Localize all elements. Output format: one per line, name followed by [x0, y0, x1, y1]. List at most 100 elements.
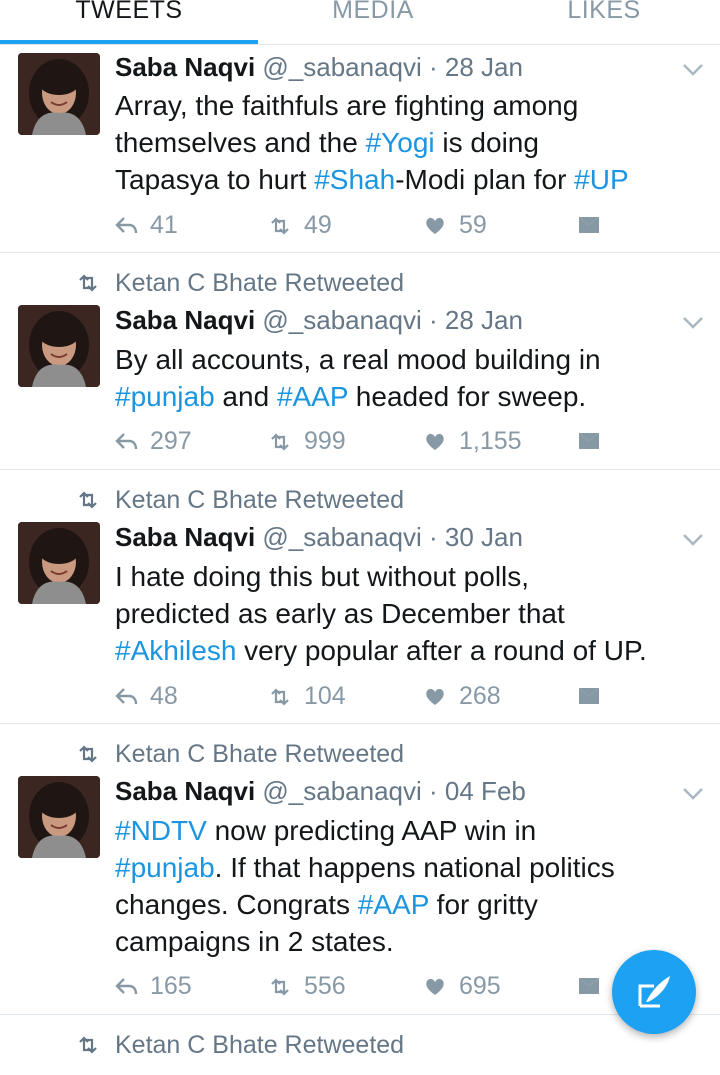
tweet-text-segment: I hate doing this but without polls, [115, 561, 530, 592]
retweet-icon [79, 745, 97, 763]
retweeted-by-label[interactable]: Ketan C Bhate Retweeted [115, 738, 404, 770]
retweet-button[interactable]: 556 [268, 969, 418, 1003]
retweet-icon [271, 433, 289, 451]
tweet-text-segment: predicted as early as December that [115, 598, 565, 629]
tweet-text-segment: campaigns in 2 states. [115, 926, 394, 957]
compose-tweet-button[interactable] [612, 950, 696, 1034]
replies-count: 165 [150, 972, 192, 1000]
likes-count: 268 [459, 682, 501, 710]
like-icon [426, 433, 444, 450]
direct-message-icon[interactable] [578, 687, 600, 705]
avatar[interactable] [18, 522, 100, 604]
tweet-actions: 297 999 1,155 [0, 424, 720, 458]
tweet-header: Saba Naqvi @_sabanaqvi · 28 Jan [115, 50, 523, 84]
retweet-context: Ketan C Bhate Retweeted [0, 484, 700, 516]
tweet-date[interactable]: · 30 Jan [429, 522, 523, 552]
hashtag-link[interactable]: #AAP [358, 889, 429, 920]
like-icon [426, 217, 444, 234]
tweet[interactable]: Saba Naqvi @_sabanaqvi · 28 Jan Array, t… [0, 45, 720, 253]
tweet-date[interactable]: · 04 Feb [429, 776, 526, 806]
tweet-text-segment: By all accounts, a real mood building in [115, 344, 601, 375]
tweet-text: By all accounts, a real mood building in… [115, 341, 715, 415]
author-name[interactable]: Saba Naqvi [115, 522, 255, 552]
retweet-button[interactable]: 49 [268, 208, 418, 242]
retweeted-by-label[interactable]: Ketan C Bhate Retweeted [115, 267, 404, 299]
tweet-text-line: #NDTV now predicting AAP win in [115, 812, 715, 849]
retweet-button[interactable]: 999 [268, 424, 418, 458]
avatar[interactable] [18, 305, 100, 387]
reply-button[interactable]: 297 [114, 424, 264, 458]
retweet-button[interactable]: 104 [268, 679, 418, 713]
tweet[interactable]: Ketan C Bhate Retweeted [0, 1015, 720, 1075]
retweet-icon [271, 978, 289, 996]
profile-tabs: TWEETS MEDIA LIKES [0, 0, 720, 45]
tweet-actions: 41 49 59 [0, 208, 720, 242]
tweet[interactable]: Ketan C Bhate Retweeted Saba Naqvi @_sab… [0, 470, 720, 724]
author-handle[interactable]: @_sabanaqvi [262, 776, 421, 806]
replies-count: 297 [150, 427, 192, 455]
retweets-count: 556 [304, 972, 346, 1000]
author-handle[interactable]: @_sabanaqvi [262, 52, 421, 82]
like-button[interactable]: 695 [423, 969, 573, 1003]
retweet-icon [79, 1036, 97, 1054]
hashtag-link[interactable]: #Yogi [366, 127, 435, 158]
chevron-down-icon[interactable] [682, 533, 704, 547]
author-name[interactable]: Saba Naqvi [115, 52, 255, 82]
tweet-header: Saba Naqvi @_sabanaqvi · 30 Jan [115, 520, 523, 554]
reply-button[interactable]: 41 [114, 208, 264, 242]
tweet-actions: 48 104 268 [0, 679, 720, 713]
tweet-text-line: changes. Congrats #AAP for gritty [115, 886, 715, 923]
avatar[interactable] [18, 53, 100, 135]
tab-tweets[interactable]: TWEETS [0, 0, 258, 28]
tweet-text-segment: headed for sweep. [348, 381, 587, 412]
author-handle[interactable]: @_sabanaqvi [262, 305, 421, 335]
like-button[interactable]: 268 [423, 679, 573, 713]
reply-icon [115, 688, 138, 705]
tweet-text-segment: now predicting AAP win in [206, 815, 537, 846]
tweet-text-segment: is doing [434, 127, 539, 158]
chevron-down-icon[interactable] [682, 787, 704, 801]
chevron-down-icon[interactable] [682, 316, 704, 330]
tweet-text-segment: for gritty [428, 889, 538, 920]
retweet-context: Ketan C Bhate Retweeted [0, 267, 700, 299]
direct-message-icon[interactable] [578, 216, 600, 234]
direct-message-icon[interactable] [578, 432, 600, 450]
tweet-text-line: themselves and the #Yogi is doing [115, 124, 715, 161]
tweet[interactable]: Ketan C Bhate Retweeted Saba Naqvi @_sab… [0, 724, 720, 1015]
tweet-text-segment: -Modi plan for [395, 164, 575, 195]
tweet-text-segment: themselves and the [115, 127, 366, 158]
hashtag-link[interactable]: #NDTV [115, 815, 207, 846]
author-handle[interactable]: @_sabanaqvi [262, 522, 421, 552]
tweet-text: I hate doing this but without polls, pred… [115, 558, 715, 669]
compose-tweet-icon [638, 976, 670, 1008]
reply-button[interactable]: 165 [114, 969, 264, 1003]
reply-icon [115, 217, 138, 234]
hashtag-link[interactable]: #punjab [115, 852, 215, 883]
tweet-date[interactable]: · 28 Jan [429, 305, 523, 335]
hashtag-link[interactable]: #Shah [314, 164, 395, 195]
tab-media[interactable]: MEDIA [258, 0, 488, 28]
hashtag-link[interactable]: #AAP [277, 381, 348, 412]
tab-likes[interactable]: LIKES [488, 0, 720, 28]
author-name[interactable]: Saba Naqvi [115, 776, 255, 806]
hashtag-link[interactable]: #UP [574, 164, 628, 195]
tweet-text-segment: very popular after a round of UP. [236, 635, 647, 666]
tweet-text-line: campaigns in 2 states. [115, 923, 715, 960]
hashtag-link[interactable]: #punjab [115, 381, 215, 412]
likes-count: 695 [459, 972, 501, 1000]
tweet[interactable]: Ketan C Bhate Retweeted Saba Naqvi @_sab… [0, 253, 720, 470]
author-name[interactable]: Saba Naqvi [115, 305, 255, 335]
avatar[interactable] [18, 776, 100, 858]
like-button[interactable]: 1,155 [423, 424, 573, 458]
reply-button[interactable]: 48 [114, 679, 264, 713]
tweet-date[interactable]: · 28 Jan [429, 52, 523, 82]
chevron-down-icon[interactable] [682, 63, 704, 77]
tweet-text-segment: . If that happens national politics [214, 852, 615, 883]
retweeted-by-label[interactable]: Ketan C Bhate Retweeted [115, 484, 404, 516]
direct-message-icon[interactable] [578, 977, 600, 995]
replies-count: 48 [150, 682, 178, 710]
hashtag-link[interactable]: #Akhilesh [115, 635, 236, 666]
retweeted-by-label[interactable]: Ketan C Bhate Retweeted [115, 1029, 404, 1061]
like-button[interactable]: 59 [423, 208, 573, 242]
retweet-icon [79, 274, 97, 292]
